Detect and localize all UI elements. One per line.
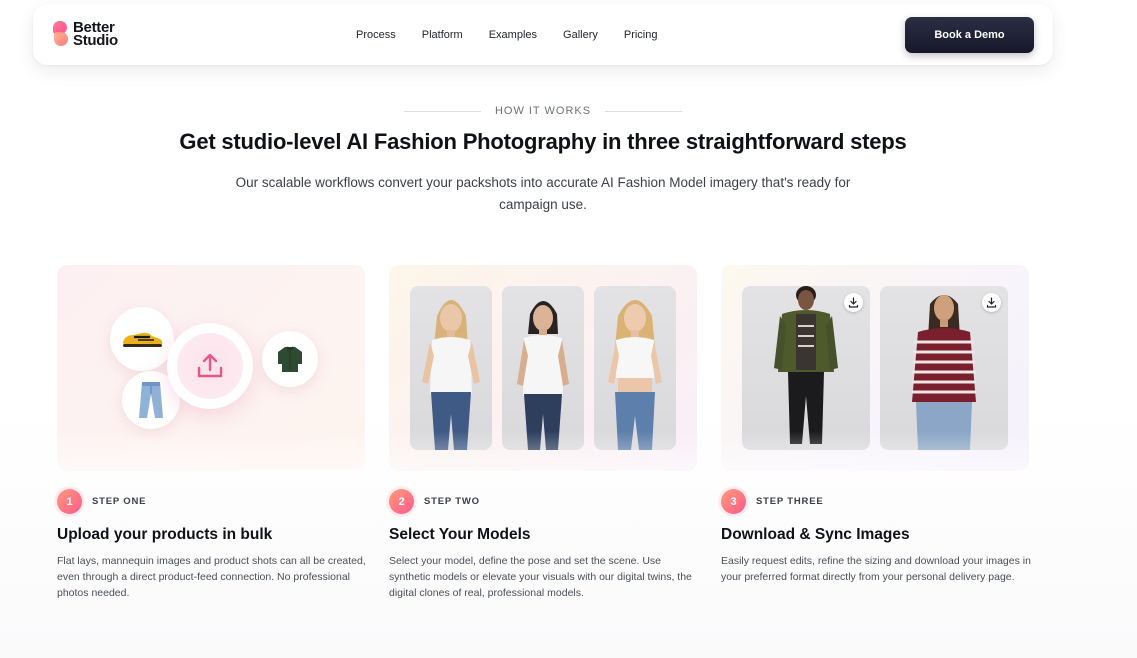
step-number-badge: 3	[721, 489, 746, 514]
book-demo-button[interactable]: Book a Demo	[905, 17, 1034, 53]
download-button-1[interactable]	[844, 293, 863, 312]
result-photo-man-jacket[interactable]	[742, 286, 870, 450]
section-subtitle: Our scalable workflows convert your pack…	[235, 175, 851, 212]
upload-button-bubble[interactable]	[167, 323, 253, 409]
upload-illustration-card	[57, 265, 365, 471]
step-title: Upload your products in bulk	[57, 526, 273, 543]
step-label: STEP ONE	[92, 496, 147, 507]
shoe-icon	[123, 332, 163, 347]
section-title: Get studio-level AI Fashion Photography …	[179, 129, 907, 154]
logo-mark-icon	[52, 20, 70, 48]
model-photo-blonde[interactable]	[410, 286, 492, 450]
download-card	[721, 265, 1029, 471]
step-description: Select your model, define the pose and s…	[389, 555, 692, 599]
nav-pricing[interactable]: Pricing	[624, 29, 658, 41]
upload-icon	[197, 353, 223, 378]
step-label: STEP TWO	[424, 496, 480, 507]
download-button-2[interactable]	[982, 293, 1001, 312]
model-photo-brunette[interactable]	[502, 286, 584, 450]
step-two: 2 STEP TWO Select Your Models Select you…	[389, 489, 709, 601]
step-number-badge: 1	[57, 489, 82, 514]
step-title: Select Your Models	[389, 526, 531, 543]
eyebrow-divider-right	[605, 110, 683, 112]
sweater-bubble	[262, 331, 318, 387]
step-three: 3 STEP THREE Download & Sync Images Easi…	[721, 489, 1041, 585]
top-navbar: Better Studio Process Platform Examples …	[33, 4, 1053, 65]
step-description: Easily request edits, refine the sizing …	[721, 555, 1031, 583]
jeans-icon	[139, 382, 163, 418]
model-figure-2	[517, 301, 569, 450]
main-nav: Process Platform Examples Gallery Pricin…	[356, 29, 683, 41]
eyebrow-divider-left	[404, 110, 481, 112]
eyebrow-row: HOW IT WORKS	[404, 104, 683, 118]
nav-platform[interactable]: Platform	[422, 29, 463, 41]
model-figure-3	[608, 300, 662, 450]
model-figure-1	[422, 300, 480, 450]
model-selection-card	[389, 265, 697, 471]
step-title: Download & Sync Images	[721, 526, 910, 543]
result-photo-woman-striped[interactable]	[880, 286, 1008, 450]
step-description: Flat lays, mannequin images and product …	[57, 555, 366, 599]
download-icon	[986, 297, 997, 308]
sweater-icon	[278, 346, 302, 372]
download-icon	[848, 297, 859, 308]
nav-gallery[interactable]: Gallery	[563, 29, 598, 41]
eyebrow-label: HOW IT WORKS	[494, 105, 592, 117]
step-number-badge: 2	[389, 489, 414, 514]
logo-text-line2: Studio	[73, 32, 118, 49]
shoe-bubble	[110, 307, 174, 371]
model-photo-blonde-croptop[interactable]	[594, 286, 676, 450]
nav-examples[interactable]: Examples	[489, 29, 537, 41]
nav-process[interactable]: Process	[356, 29, 396, 41]
step-label: STEP THREE	[756, 496, 824, 507]
step-one: 1 STEP ONE Upload your products in bulk …	[57, 489, 377, 601]
logo[interactable]: Better Studio	[52, 20, 118, 48]
